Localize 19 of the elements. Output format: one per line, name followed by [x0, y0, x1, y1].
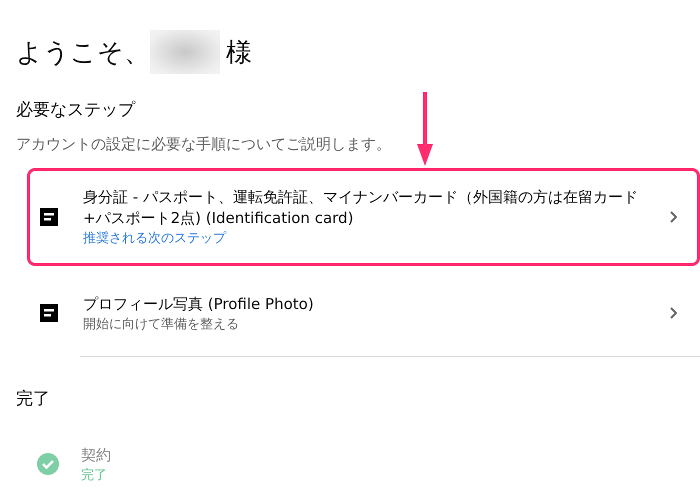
chevron-right-icon	[670, 307, 677, 319]
greeting-text: ようこそ、	[16, 36, 150, 70]
chevron-right-icon	[670, 211, 677, 223]
document-icon	[40, 304, 58, 322]
document-icon	[40, 208, 58, 226]
step-title: 契約	[81, 444, 112, 466]
section-title: 完了	[16, 388, 51, 410]
step-item[interactable]: 身分証 - パスポート、運転免許証、マイナンバーカード（外国籍の方は在留カード+パスポート2点) (Identification card) 推奨される次のステップ	[27, 168, 700, 266]
step-subtitle: 完了	[81, 466, 108, 484]
step-title: プロフィール写真 (Profile Photo)	[83, 294, 315, 314]
step-title: 身分証 - パスポート、運転免許証、マイナンバーカード（外国籍の方は在留カード+パスポート2点) (Identification card)	[83, 187, 639, 229]
section-description: アカウントの設定に必要な手順についてご説明します。	[16, 135, 392, 154]
step-subtitle: 開始に向けて準備を整える	[83, 316, 240, 332]
step-item[interactable]: 契約 完了	[27, 428, 700, 490]
step-item[interactable]: プロフィール写真 (Profile Photo) 開始に向けて準備を整える	[27, 274, 700, 352]
step-subtitle: 推奨される次のステップ	[83, 230, 228, 247]
greeting-suffix: 様	[226, 36, 252, 70]
section-title: 必要なステップ	[16, 99, 136, 121]
check-icon	[37, 453, 59, 475]
